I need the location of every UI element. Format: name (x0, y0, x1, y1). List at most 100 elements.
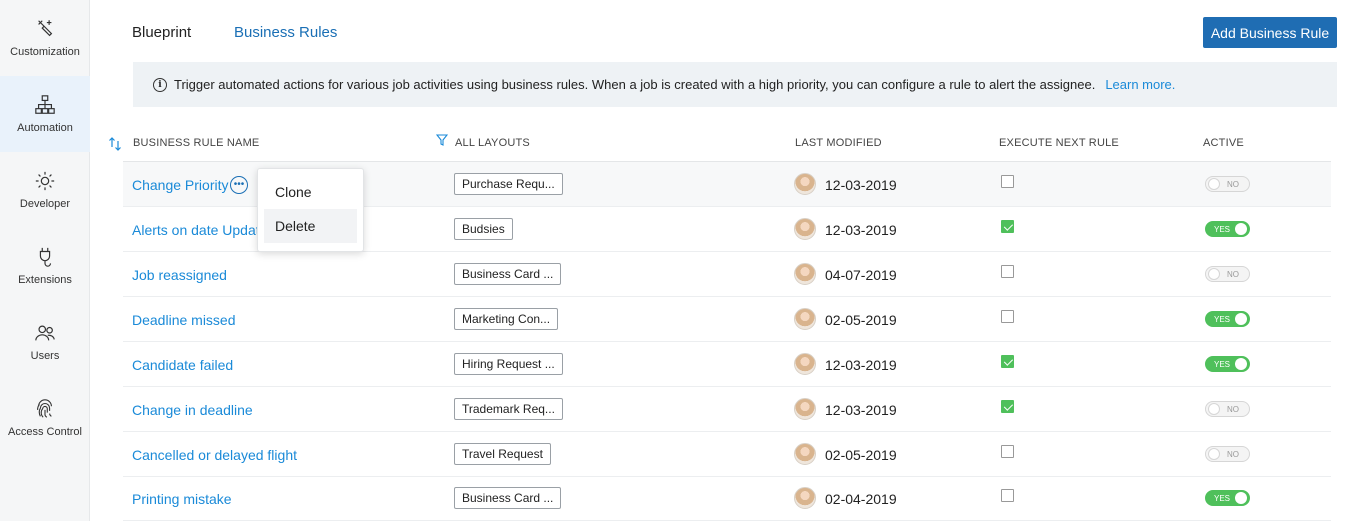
avatar (794, 443, 816, 465)
avatar (794, 308, 816, 330)
sidebar-item-customization[interactable]: Customization (0, 0, 90, 76)
layout-tag: Budsies (454, 218, 513, 240)
toggle-knob (1235, 492, 1247, 504)
column-header-layouts[interactable]: ALL LAYOUTS (455, 137, 530, 149)
toggle-knob (1208, 403, 1220, 415)
last-modified-date: 02-05-2019 (825, 312, 897, 328)
column-header-active: ACTIVE (1203, 137, 1244, 149)
active-toggle[interactable]: YES (1205, 311, 1250, 327)
layout-tag: Purchase Requ... (454, 173, 563, 195)
toggle-knob (1235, 313, 1247, 325)
rule-name-link[interactable]: Job reassigned (132, 267, 227, 283)
execute-next-rule-checkbox[interactable] (1001, 400, 1014, 413)
sidebar-item-label: Automation (17, 122, 73, 134)
table-row: Candidate failed Hiring Request ... 12-0… (123, 342, 1331, 387)
sort-icon[interactable] (108, 137, 122, 151)
sidebar-item-automation[interactable]: Automation (0, 76, 90, 152)
table-row: Deadline missed Marketing Con... 02-05-2… (123, 297, 1331, 342)
toggle-label: NO (1227, 405, 1239, 414)
execute-next-rule-checkbox[interactable] (1001, 445, 1014, 458)
avatar (794, 263, 816, 285)
sidebar-item-access-control[interactable]: Access Control (0, 380, 90, 456)
execute-next-rule-checkbox[interactable] (1001, 310, 1014, 323)
menu-item-delete[interactable]: Delete (264, 209, 357, 243)
toggle-label: YES (1214, 225, 1231, 234)
active-toggle[interactable]: YES (1205, 490, 1250, 506)
toggle-knob (1235, 223, 1247, 235)
active-toggle[interactable]: YES (1205, 356, 1250, 372)
learn-more-link[interactable]: Learn more. (1105, 77, 1175, 92)
sidebar-item-users[interactable]: Users (0, 304, 90, 380)
rule-name-link[interactable]: Candidate failed (132, 357, 233, 373)
layout-tag: Trademark Req... (454, 398, 563, 420)
automation-icon (35, 95, 55, 114)
table-row: Cancelled or delayed flight Travel Reque… (123, 432, 1331, 477)
toggle-label: NO (1227, 270, 1239, 279)
execute-next-rule-checkbox[interactable] (1001, 265, 1014, 278)
more-options-icon[interactable]: ••• (230, 176, 248, 194)
rule-name-link[interactable]: Change in deadline (132, 402, 253, 418)
banner-text: Trigger automated actions for various jo… (174, 77, 1096, 92)
layout-tag: Marketing Con... (454, 308, 559, 330)
last-modified-date: 02-05-2019 (825, 447, 897, 463)
column-header-name: BUSINESS RULE NAME (133, 137, 260, 149)
avatar (794, 353, 816, 375)
execute-next-rule-checkbox[interactable] (1001, 175, 1014, 188)
last-modified-date: 12-03-2019 (825, 357, 897, 373)
avatar (794, 487, 816, 509)
filter-icon[interactable] (436, 134, 448, 146)
toggle-knob (1208, 178, 1220, 190)
extensions-icon (39, 247, 52, 267)
rule-name-link[interactable]: Cancelled or delayed flight (132, 447, 297, 463)
column-header-last-modified: LAST MODIFIED (795, 137, 882, 149)
toggle-label: NO (1227, 180, 1239, 189)
last-modified-date: 12-03-2019 (825, 222, 897, 238)
rule-name-link[interactable]: Change Priority (132, 177, 229, 193)
menu-item-clone[interactable]: Clone (264, 175, 357, 209)
info-banner: i Trigger automated actions for various … (133, 62, 1337, 107)
execute-next-rule-checkbox[interactable] (1001, 220, 1014, 233)
toggle-label: NO (1227, 450, 1239, 459)
execute-next-rule-checkbox[interactable] (1001, 489, 1014, 502)
table-row: Job reassigned Business Card ... 04-07-2… (123, 252, 1331, 297)
avatar (794, 173, 816, 195)
active-toggle[interactable]: YES (1205, 221, 1250, 237)
avatar (794, 398, 816, 420)
table-row: Printing mistake Business Card ... 02-04… (123, 476, 1331, 521)
tab-blueprint[interactable]: Blueprint (132, 24, 191, 41)
sidebar-item-label: Users (30, 350, 60, 362)
sidebar-item-label: Developer (19, 198, 71, 210)
last-modified-date: 12-03-2019 (825, 402, 897, 418)
last-modified-date: 02-04-2019 (825, 491, 897, 507)
sidebar-item-label: Extensions (18, 274, 72, 286)
layout-tag: Travel Request (454, 443, 551, 465)
sidebar: Customization Automation Developer Exten… (0, 0, 90, 521)
execute-next-rule-checkbox[interactable] (1001, 355, 1014, 368)
sidebar-item-label: Customization (10, 46, 80, 58)
info-icon: i (153, 77, 167, 92)
row-context-menu: Clone Delete (257, 168, 364, 252)
users-icon (35, 325, 55, 341)
toggle-knob (1208, 268, 1220, 280)
rule-name-link[interactable]: Printing mistake (132, 491, 232, 507)
rule-name-link[interactable]: Deadline missed (132, 312, 236, 328)
layout-tag: Hiring Request ... (454, 353, 563, 375)
toggle-knob (1208, 448, 1220, 460)
sidebar-item-extensions[interactable]: Extensions (0, 228, 90, 304)
sidebar-item-label: Access Control (8, 426, 82, 438)
active-toggle[interactable]: NO (1205, 446, 1250, 462)
avatar (794, 218, 816, 240)
active-toggle[interactable]: NO (1205, 401, 1250, 417)
sidebar-item-developer[interactable]: Developer (0, 152, 90, 228)
add-business-rule-button[interactable]: Add Business Rule (1203, 17, 1337, 48)
rule-name-link[interactable]: Alerts on date Updat (132, 222, 257, 238)
last-modified-date: 12-03-2019 (825, 177, 897, 193)
active-toggle[interactable]: NO (1205, 176, 1250, 192)
layout-tag: Business Card ... (454, 263, 562, 285)
toggle-label: YES (1214, 360, 1231, 369)
active-toggle[interactable]: NO (1205, 266, 1250, 282)
fingerprint-icon (37, 399, 52, 418)
tab-business-rules[interactable]: Business Rules (234, 24, 337, 41)
layout-tag: Business Card ... (454, 487, 562, 509)
toggle-knob (1235, 358, 1247, 370)
